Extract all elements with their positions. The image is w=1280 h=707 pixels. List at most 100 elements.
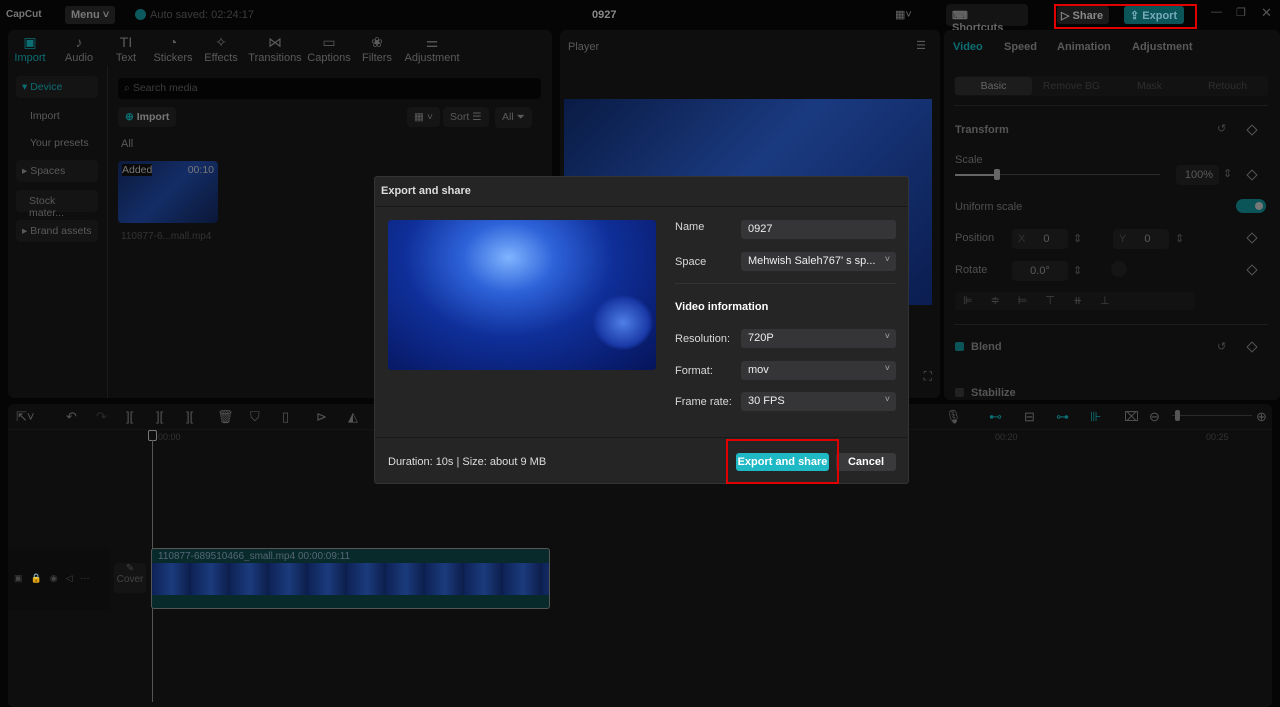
sort-label: Sort	[450, 111, 470, 123]
format-select[interactable]: mov ˅	[741, 361, 896, 380]
play-speed-icon[interactable]: ⊳	[316, 409, 327, 425]
position-x-input[interactable]: X0	[1012, 229, 1068, 249]
filter-button[interactable]: All ⏷	[495, 107, 532, 128]
fullscreen-icon[interactable]: ⛶	[924, 369, 932, 384]
rotate-stepper[interactable]: ⇕	[1073, 264, 1082, 277]
chevron-down-icon: ˅	[884, 254, 890, 264]
zoom-in-icon[interactable]: ⊕	[1256, 409, 1267, 425]
shortcuts-button[interactable]: ⌨ Shortcuts	[946, 4, 1028, 34]
align-toolbar[interactable]: ⊫≑⊨⊤⧺⊥	[955, 292, 1195, 310]
sidebar-stock[interactable]: Stock mater...	[16, 190, 98, 219]
media-thumbnail[interactable]: Added 00:10	[118, 161, 218, 223]
select-tool-icon[interactable]: ⇱˅	[16, 409, 34, 425]
split-icon[interactable]: ][	[126, 409, 133, 424]
sidebar-device[interactable]: ▾ Device	[16, 76, 98, 98]
properties-tab[interactable]: Video	[953, 41, 983, 53]
name-input[interactable]: 0927	[741, 220, 896, 239]
transform-heading: Transform	[955, 124, 1009, 136]
added-badge: Added	[122, 164, 153, 176]
scale-stepper[interactable]: ⇕	[1223, 167, 1232, 180]
adjustment-icon: ⚌	[425, 34, 439, 50]
split-right-icon[interactable]: ][	[186, 409, 193, 424]
import-button[interactable]: ⊕ Import	[118, 107, 177, 127]
redo-icon[interactable]: ↷	[96, 409, 107, 425]
search-input[interactable]: ⌕ Search media	[118, 78, 541, 99]
scale-label: Scale	[955, 154, 983, 166]
scale-slider[interactable]	[955, 169, 1160, 180]
split-view-icon[interactable]: ⊪	[1090, 409, 1101, 425]
resolution-select[interactable]: 720P ˅	[741, 329, 896, 348]
sort-button[interactable]: Sort ☰	[443, 107, 489, 127]
video-clip[interactable]: 110877-689510466_small.mp4 00:00:09:11	[151, 548, 550, 609]
tab-effects[interactable]: ✧ Effects	[191, 34, 251, 64]
cover-button[interactable]: ✎ Cover	[114, 563, 146, 593]
marker-icon[interactable]: ⛉	[250, 409, 260, 425]
freeze-icon[interactable]: ▯	[282, 409, 289, 425]
preview-axis-icon[interactable]: ⊟	[1024, 409, 1035, 425]
menu-button[interactable]: Menu ˅	[65, 6, 116, 24]
player-menu-icon[interactable]: ☰	[916, 39, 926, 52]
undo-icon[interactable]: ↶	[66, 409, 77, 425]
cancel-button[interactable]: Cancel	[836, 453, 896, 471]
tab-label: Audio	[64, 52, 94, 64]
uniform-scale-toggle[interactable]	[1236, 199, 1266, 213]
track-controls[interactable]: ▣🔒◉◁⋯	[14, 573, 97, 584]
mirror-icon[interactable]: ◭	[348, 409, 358, 425]
y-stepper[interactable]: ⇕	[1175, 232, 1184, 245]
properties-tab[interactable]: Speed	[1004, 41, 1037, 53]
scale-input[interactable]: 100%	[1176, 165, 1219, 185]
framerate-select[interactable]: 30 FPS ˅	[741, 392, 896, 411]
rotate-input[interactable]: 0.0°	[1012, 261, 1068, 281]
subtab[interactable]: Basic	[955, 77, 1032, 95]
export-preview	[388, 220, 656, 370]
properties-tab[interactable]: Adjustment	[1132, 41, 1193, 53]
tab-adjustment[interactable]: ⚌ Adjustment	[402, 34, 462, 64]
x-stepper[interactable]: ⇕	[1073, 232, 1082, 245]
reset-icon[interactable]: ↺	[1217, 340, 1226, 353]
delete-icon[interactable]: 🗑	[217, 409, 234, 425]
zoom-slider-thumb[interactable]	[1175, 410, 1180, 421]
scale-slider-thumb[interactable]	[994, 169, 1000, 180]
zoom-slider[interactable]	[1172, 410, 1252, 421]
resolution-label: Resolution:	[675, 333, 731, 345]
subtab[interactable]: Remove BG	[1033, 77, 1110, 95]
export-summary: Duration: 10s | Size: about 9 MB	[388, 456, 547, 468]
subtab[interactable]: Mask	[1111, 77, 1188, 95]
subtab[interactable]: Retouch	[1189, 77, 1266, 95]
sidebar-import[interactable]: Import	[30, 110, 60, 122]
snap-icon[interactable]: ⊷	[989, 409, 1002, 425]
reset-icon[interactable]: ↺	[1217, 122, 1226, 135]
restore-icon[interactable]: ❐	[1236, 6, 1246, 19]
stabilize-checkbox[interactable]	[955, 388, 964, 397]
sidebar-spaces-label: Spaces	[30, 165, 66, 177]
layout-icon[interactable]: ▦˅	[895, 8, 912, 21]
position-y-input[interactable]: Y0	[1113, 229, 1169, 249]
sidebar-brand[interactable]: ▸ Brand assets	[16, 220, 98, 242]
clip-filmstrip	[152, 563, 549, 595]
rotate-dial[interactable]	[1111, 261, 1127, 277]
blend-checkbox[interactable]	[955, 342, 964, 351]
view-toggle[interactable]: ▦ ˅	[407, 107, 440, 127]
divider	[675, 283, 896, 284]
y-label: Y	[1119, 233, 1127, 245]
capcut-logo: CapCut	[6, 9, 42, 20]
split-left-icon[interactable]: ][	[156, 409, 163, 424]
space-select[interactable]: Mehwish Saleh767' s sp... ˅	[741, 252, 896, 271]
close-icon[interactable]: ✕	[1261, 5, 1272, 21]
minimize-icon[interactable]: —	[1211, 6, 1222, 18]
search-placeholder: Search media	[132, 82, 198, 94]
video-info-heading: Video information	[675, 301, 769, 313]
microphone-icon[interactable]: 🎙	[945, 409, 962, 425]
effects-icon: ✧	[215, 34, 227, 50]
sidebar-presets[interactable]: Your presets	[30, 137, 89, 149]
divider	[107, 66, 108, 398]
link-icon[interactable]: ⊶	[1056, 409, 1069, 425]
tab-filters[interactable]: ❀ Filters	[347, 34, 407, 64]
sidebar-spaces[interactable]: ▸ Spaces	[16, 160, 98, 182]
fit-icon[interactable]: ⌧	[1124, 409, 1139, 425]
format-value: mov	[748, 364, 769, 376]
project-title: 0927	[592, 9, 617, 21]
zoom-out-icon[interactable]: ⊖	[1149, 409, 1160, 425]
tab-transitions[interactable]: ⋈ Transitions	[245, 34, 305, 64]
properties-tab[interactable]: Animation	[1057, 41, 1111, 53]
